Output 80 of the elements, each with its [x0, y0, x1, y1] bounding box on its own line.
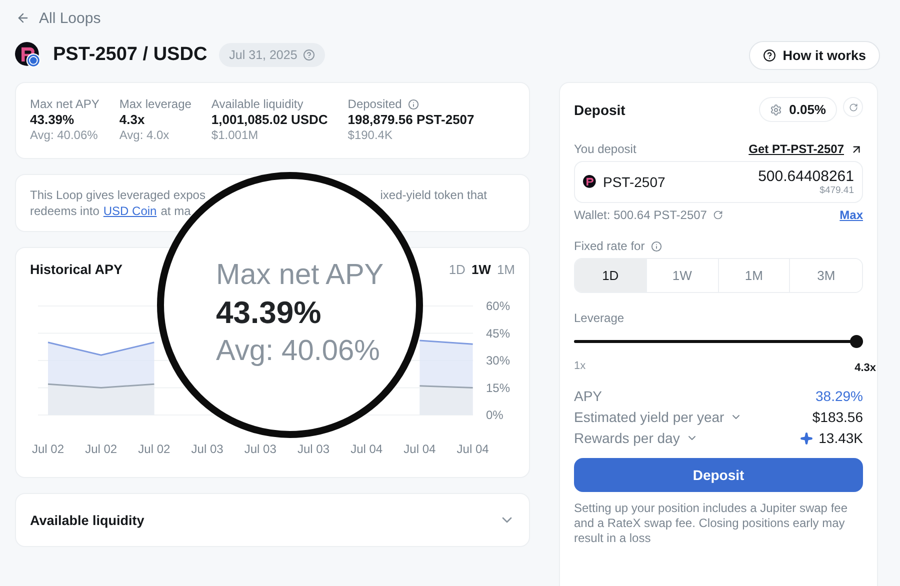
token-logo-icon — [583, 175, 597, 189]
range-tab[interactable]: 1M — [496, 262, 515, 277]
info-value: 13.43K — [818, 430, 863, 446]
axis-tick-label: Jul 02 — [85, 442, 118, 456]
axis-tick-label: 30% — [486, 354, 510, 368]
help-icon — [303, 49, 316, 61]
how-it-works-button[interactable]: How it works — [748, 40, 880, 70]
stat-subtext: $1.001M — [211, 128, 260, 142]
stat-value: 4.3x — [119, 112, 146, 127]
usd-value: $479.41 — [820, 185, 854, 196]
stat-label: Max net APY — [30, 97, 100, 111]
field-label: You deposit — [574, 142, 636, 156]
max-link[interactable]: Max — [840, 208, 863, 222]
panel-title: Deposit — [574, 102, 626, 118]
liquidity-section[interactable]: Available liquidity — [15, 493, 530, 547]
slider-value: 4.3x — [854, 362, 876, 374]
field-label: Fixed rate for — [574, 239, 645, 253]
description-text: redeems into — [30, 204, 100, 218]
maturity-date-badge: Jul 31, 2025 — [219, 43, 326, 67]
range-tab[interactable]: 1D — [448, 262, 466, 277]
axis-tick-label: 0% — [486, 408, 504, 422]
info-label: Rewards per day — [574, 430, 680, 446]
wallet-balance: Wallet: 500.64 PST-2507 — [574, 208, 707, 222]
description-text: at ma — [160, 204, 191, 218]
stat-value: 43.39% — [30, 112, 76, 127]
rate-tab[interactable]: 1D — [575, 259, 647, 292]
info-value: 38.29% — [816, 388, 863, 404]
axis-tick-label: 15% — [486, 380, 510, 395]
axis-tick-label: 45% — [486, 326, 510, 340]
token-name: PST-2507 — [603, 174, 666, 190]
fee-note: Setting up your position includes a Jupiter swap fee and a RateX swap fee. Closing positions early may result in a loss — [574, 501, 848, 546]
axis-tick-label: Jul 04 — [456, 442, 489, 456]
refresh-icon[interactable] — [712, 210, 723, 220]
stat-label: Available liquidity — [211, 97, 304, 111]
usd-coin-link[interactable]: USD Coin — [103, 204, 157, 218]
description-text: ixed-yield token that — [380, 188, 487, 202]
slider-thumb[interactable] — [850, 335, 863, 348]
magnified-subtext: Avg: 40.06% — [216, 334, 381, 369]
leverage-slider[interactable] — [574, 335, 863, 348]
back-link[interactable]: All Loops — [16, 8, 880, 28]
refresh-button[interactable] — [843, 97, 863, 117]
chart-title: Historical APY — [30, 262, 123, 277]
stat-subtext: Avg: 40.06% — [30, 128, 99, 142]
deposit-amount-field[interactable]: PST-2507 500.64408261 $479.41 — [574, 161, 863, 203]
stat-subtext: Avg: 4.0x — [119, 128, 170, 142]
pair-title: PST-2507 / USDC — [53, 44, 208, 66]
sparkle-icon — [800, 432, 813, 444]
info-label: Estimated yield per year — [574, 409, 724, 425]
magnified-label: Max net APY — [216, 258, 385, 293]
info-value: $183.56 — [812, 409, 863, 425]
axis-tick-label: Jul 04 — [350, 442, 383, 456]
axis-tick-label: Jul 03 — [191, 442, 224, 456]
range-tab[interactable]: 1W — [471, 262, 491, 277]
stat-value: 198,879.56 PST-2507 — [348, 112, 474, 127]
get-token-link[interactable]: Get PT-PST-2507 — [748, 142, 863, 156]
slippage-button[interactable]: 0.05% — [759, 97, 837, 122]
axis-tick-label: Jul 03 — [244, 442, 276, 456]
magnified-value: 43.39% — [216, 294, 322, 332]
description-text: This Loop gives leveraged expos — [30, 188, 206, 202]
field-label: Leverage — [574, 311, 626, 325]
axis-tick-label: Jul 02 — [32, 442, 64, 456]
stat-label: Max leverage — [119, 97, 192, 111]
settings-icon — [770, 104, 782, 116]
token-logo-icon — [15, 42, 41, 68]
amount-input[interactable]: 500.64408261 — [694, 168, 854, 185]
refresh-icon — [848, 102, 858, 112]
axis-tick-label: Jul 02 — [138, 442, 170, 456]
stat-subtext: $190.4K — [348, 128, 394, 142]
help-icon — [762, 48, 776, 62]
section-title: Available liquidity — [30, 512, 144, 528]
axis-tick-label: Jul 03 — [297, 442, 330, 456]
axis-tick-label: Jul 04 — [404, 442, 436, 456]
info-icon — [650, 240, 662, 252]
stat-value: 1,001,085.02 USDC — [211, 112, 328, 127]
stat-label: Deposited — [348, 97, 402, 111]
axis-tick-label: 60% — [486, 299, 510, 313]
deposit-button[interactable]: Deposit — [574, 458, 863, 492]
info-icon — [408, 98, 419, 110]
info-label: APY — [574, 388, 602, 404]
slider-min-label: 1x — [574, 360, 586, 372]
